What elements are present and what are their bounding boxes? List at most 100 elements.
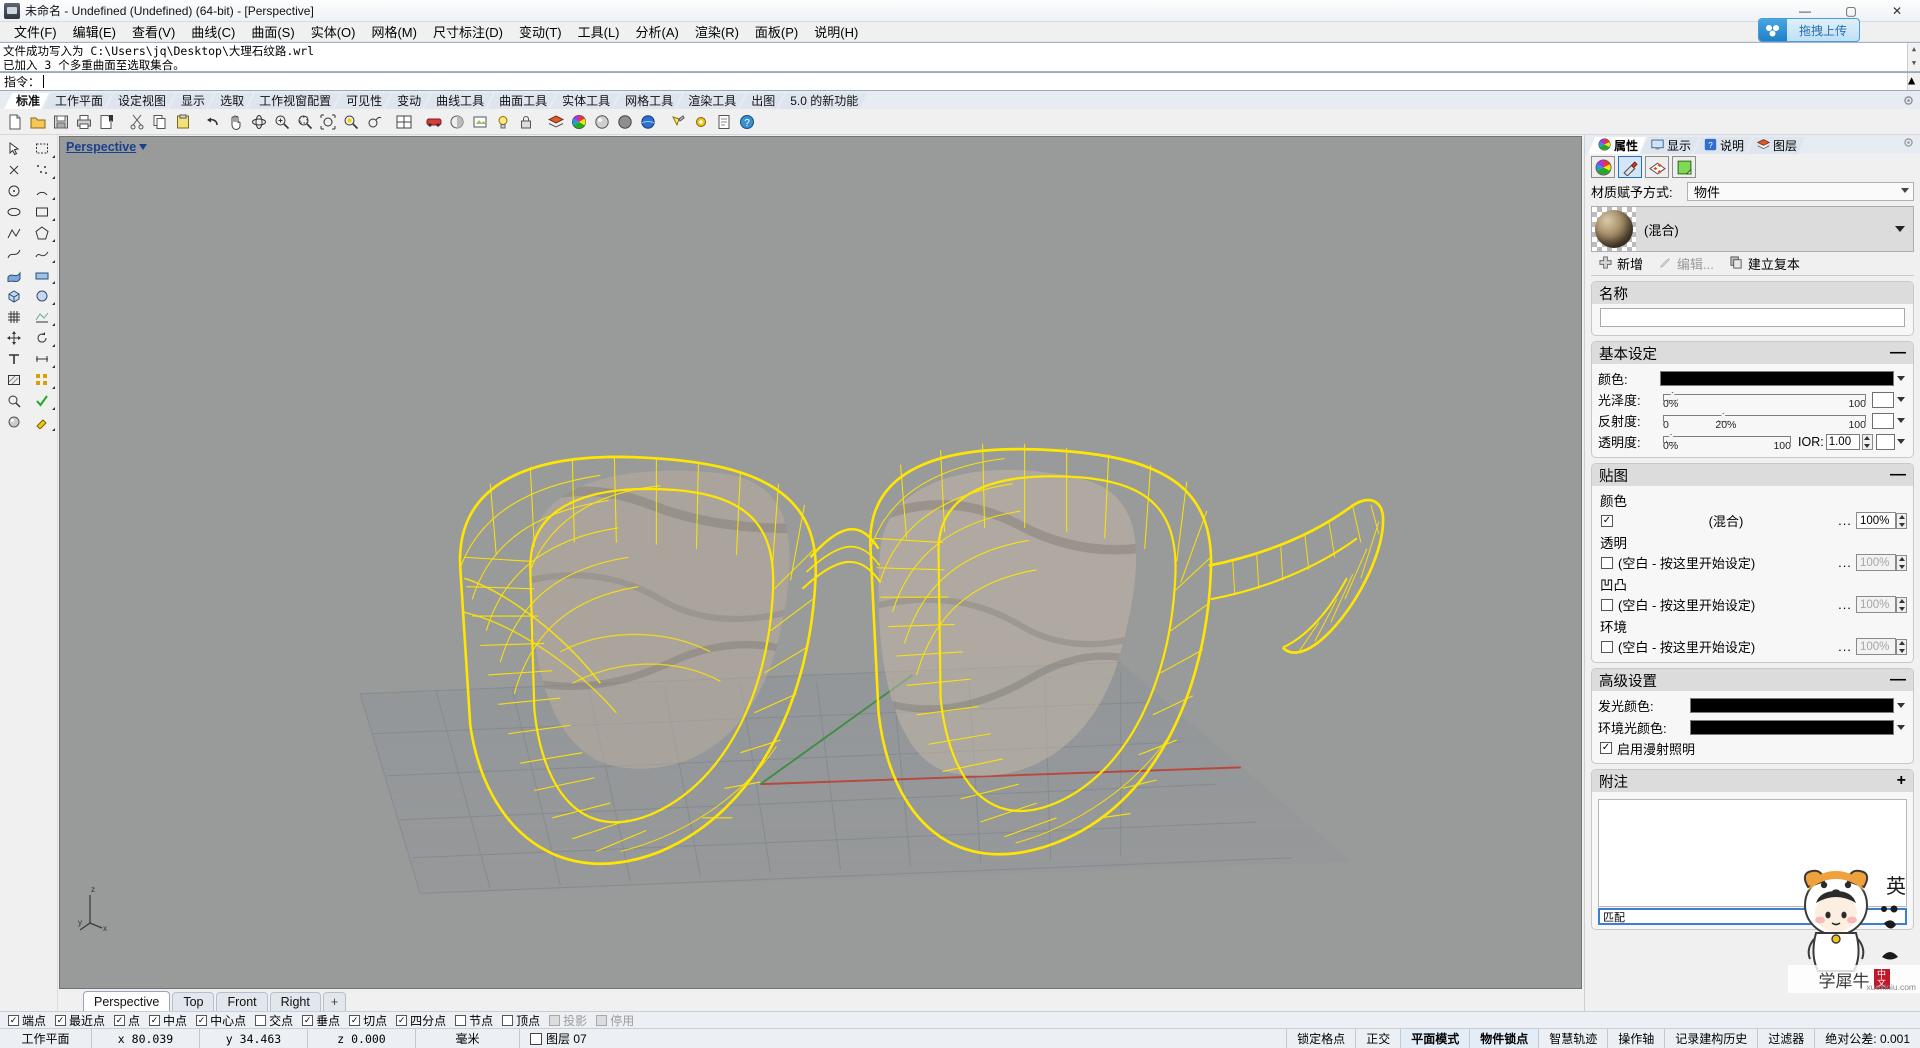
- point-icon[interactable]: [0, 159, 28, 180]
- texture-mapping-icon[interactable]: [1645, 156, 1669, 178]
- material-icon[interactable]: [1618, 156, 1642, 178]
- menu-tools[interactable]: 工具(L): [570, 21, 628, 42]
- reflectivity-color-dropdown[interactable]: [1894, 413, 1907, 428]
- checkbox-icon[interactable]: ✓: [55, 1014, 67, 1026]
- cut-icon[interactable]: [126, 111, 148, 133]
- viewport-tab-top[interactable]: Top: [172, 992, 215, 1011]
- osnap-near[interactable]: ✓ 最近点: [53, 1012, 112, 1029]
- toolbar-tab-visibility[interactable]: 可见性: [334, 93, 391, 109]
- status-layer[interactable]: 图层 07: [520, 1029, 1288, 1048]
- osnap-quadrant[interactable]: ✓ 四分点: [394, 1012, 453, 1029]
- texture-color-stepper[interactable]: [1896, 512, 1907, 529]
- curve-icon[interactable]: [0, 243, 28, 264]
- osnap-midpoint[interactable]: ✓ 中点: [147, 1012, 194, 1029]
- material-name-input[interactable]: [1600, 308, 1905, 327]
- render-icon[interactable]: [446, 111, 468, 133]
- text-icon[interactable]: [0, 348, 28, 369]
- polyline-icon[interactable]: [0, 222, 28, 243]
- select-arrow-icon[interactable]: [0, 138, 28, 159]
- texture-color-percent[interactable]: 100%: [1856, 512, 1896, 529]
- panel-tab-display[interactable]: 显示: [1641, 137, 1699, 154]
- checkbox-icon[interactable]: [502, 1014, 514, 1026]
- viewport-title-label[interactable]: Perspective: [66, 140, 136, 154]
- rotate-icon[interactable]: [28, 327, 56, 348]
- render-preview-icon[interactable]: [423, 111, 445, 133]
- mesh-tools-icon[interactable]: [28, 306, 56, 327]
- emissive-color-swatch[interactable]: [1690, 697, 1894, 713]
- viewport-tab-front[interactable]: Front: [216, 992, 268, 1011]
- base-color-swatch[interactable]: [1660, 370, 1894, 386]
- toolbar-tab-surface-tools[interactable]: 曲面工具: [487, 93, 556, 109]
- texture-environment-checkbox[interactable]: [1601, 640, 1613, 653]
- analysis-icon[interactable]: [0, 390, 28, 411]
- zoom-selected-icon[interactable]: [340, 111, 362, 133]
- checkbox-icon[interactable]: ✓: [349, 1014, 361, 1026]
- toolbar-tab-display[interactable]: 显示: [169, 93, 214, 109]
- texture-color-value[interactable]: (混合): [1613, 511, 1834, 530]
- open-file-icon[interactable]: [27, 111, 49, 133]
- status-units[interactable]: 毫米: [416, 1029, 520, 1048]
- command-prompt-scrollbar[interactable]: ▲ ▼: [1907, 73, 1920, 101]
- duplicate-material-button[interactable]: 建立复本: [1722, 252, 1808, 276]
- toolbar-options-gear-icon[interactable]: [1902, 94, 1916, 108]
- status-grid-snap[interactable]: 锁定格点: [1287, 1029, 1357, 1048]
- transparency-color-swatch[interactable]: [1875, 433, 1896, 450]
- toolbar-tab-viewport-layout[interactable]: 工作视窗配置: [247, 93, 340, 109]
- menu-file[interactable]: 文件(F): [6, 21, 65, 42]
- perspective-viewport[interactable]: Perspective z y x: [59, 136, 1582, 989]
- zoom-in-icon[interactable]: [271, 111, 293, 133]
- dimension-icon[interactable]: [28, 348, 56, 369]
- texture-environment-percent[interactable]: 100%: [1856, 638, 1896, 655]
- chevron-down-icon[interactable]: [139, 144, 148, 150]
- osnap-tangent[interactable]: ✓ 切点: [347, 1012, 394, 1029]
- status-gumball[interactable]: 操作轴: [1608, 1029, 1666, 1048]
- texture-environment-stepper[interactable]: [1896, 638, 1907, 655]
- material-selector[interactable]: (混合): [1591, 206, 1914, 252]
- toolbar-tab-drafting[interactable]: 出图: [739, 93, 784, 109]
- texture-bump-stepper[interactable]: [1896, 596, 1907, 613]
- osnap-perpendicular[interactable]: ✓ 垂点: [300, 1012, 347, 1029]
- command-history-scrollbar[interactable]: ▲ ▼: [1907, 43, 1920, 71]
- checkbox-icon[interactable]: [596, 1014, 608, 1026]
- advanced-settings-header[interactable]: 高级设置 —: [1592, 669, 1913, 691]
- checkbox-icon[interactable]: ✓: [149, 1014, 161, 1026]
- viewport-title[interactable]: Perspective: [66, 140, 148, 154]
- chevron-down-icon[interactable]: [1895, 226, 1905, 232]
- panel-tab-layers[interactable]: 图层: [1747, 137, 1805, 154]
- help-icon[interactable]: ?: [736, 111, 758, 133]
- gloss-color-swatch[interactable]: [1872, 391, 1894, 408]
- scroll-up-icon[interactable]: ▲: [1908, 43, 1920, 55]
- polygon-icon[interactable]: [28, 222, 56, 243]
- status-planar[interactable]: 平面模式: [1401, 1029, 1471, 1048]
- lock-icon[interactable]: [515, 111, 537, 133]
- toolbar-tab-cplane[interactable]: 工作平面: [43, 93, 112, 109]
- basic-settings-header[interactable]: 基本设定 —: [1592, 342, 1913, 364]
- osnap-endpoint[interactable]: ✓ 端点: [6, 1012, 53, 1029]
- ellipse-icon[interactable]: [0, 201, 28, 222]
- menu-help[interactable]: 说明(H): [806, 21, 866, 42]
- osnap-intersection[interactable]: 交点: [253, 1012, 300, 1029]
- transform-move-icon[interactable]: [0, 327, 28, 348]
- texture-environment-browse-button[interactable]: ...: [1834, 639, 1856, 654]
- gloss-color-dropdown[interactable]: [1894, 392, 1907, 407]
- osnap-knot[interactable]: 节点: [453, 1012, 500, 1029]
- light-icon[interactable]: [492, 111, 514, 133]
- drag-upload-button[interactable]: 拖拽上传: [1757, 18, 1860, 42]
- toolbar-tab-setview[interactable]: 设定视图: [106, 93, 175, 109]
- menu-surface[interactable]: 曲面(S): [243, 21, 302, 42]
- flashlight-icon[interactable]: [667, 111, 689, 133]
- environment-icon[interactable]: [637, 111, 659, 133]
- ambient-color-swatch[interactable]: [1690, 719, 1894, 735]
- texture-transparency-checkbox[interactable]: [1601, 556, 1613, 569]
- point-cloud-icon[interactable]: [28, 159, 56, 180]
- save-icon[interactable]: [50, 111, 72, 133]
- edit-material-button[interactable]: 编辑...: [1651, 252, 1722, 276]
- menu-panels[interactable]: 面板(P): [747, 21, 806, 42]
- url-field[interactable]: 匹配: [1598, 908, 1907, 925]
- toolbar-tab-curve-tools[interactable]: 曲线工具: [424, 93, 493, 109]
- paste-icon[interactable]: [172, 111, 194, 133]
- selection-tools-icon[interactable]: [28, 138, 56, 159]
- expand-icon[interactable]: +: [1897, 773, 1906, 789]
- viewport-tab-perspective[interactable]: Perspective: [83, 991, 171, 1011]
- toolbar-tab-render-tools[interactable]: 渲染工具: [676, 93, 745, 109]
